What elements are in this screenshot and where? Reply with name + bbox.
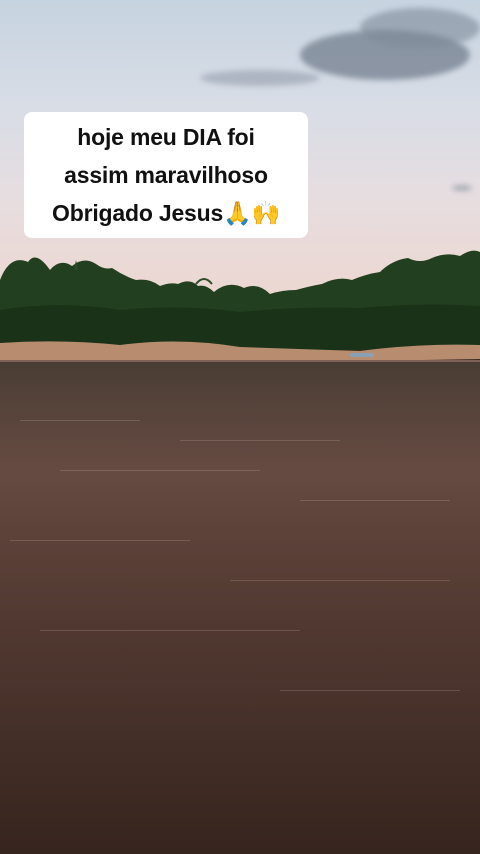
boat bbox=[350, 353, 374, 357]
water-ripple bbox=[180, 440, 340, 441]
tree-reflection bbox=[0, 362, 480, 472]
caption-line-3: Obrigado Jesus🙏🙌 bbox=[52, 200, 280, 226]
caption-line-2: assim maravilhoso bbox=[64, 162, 268, 188]
water-ripple bbox=[10, 540, 190, 541]
water-ripple bbox=[40, 630, 300, 631]
video-frame: hoje meu DIA foi assim maravilhoso Obrig… bbox=[0, 0, 480, 854]
caption-line-1: hoje meu DIA foi bbox=[77, 124, 255, 150]
cloud bbox=[452, 185, 472, 191]
water-ripple bbox=[230, 580, 450, 581]
water-ripple bbox=[280, 690, 460, 691]
cloud bbox=[200, 70, 320, 86]
caption-box: hoje meu DIA foi assim maravilhoso Obrig… bbox=[24, 112, 308, 238]
water-ripple bbox=[60, 470, 260, 471]
water-ripple bbox=[20, 420, 140, 421]
water-ripple bbox=[300, 500, 450, 501]
cloud bbox=[360, 8, 480, 48]
